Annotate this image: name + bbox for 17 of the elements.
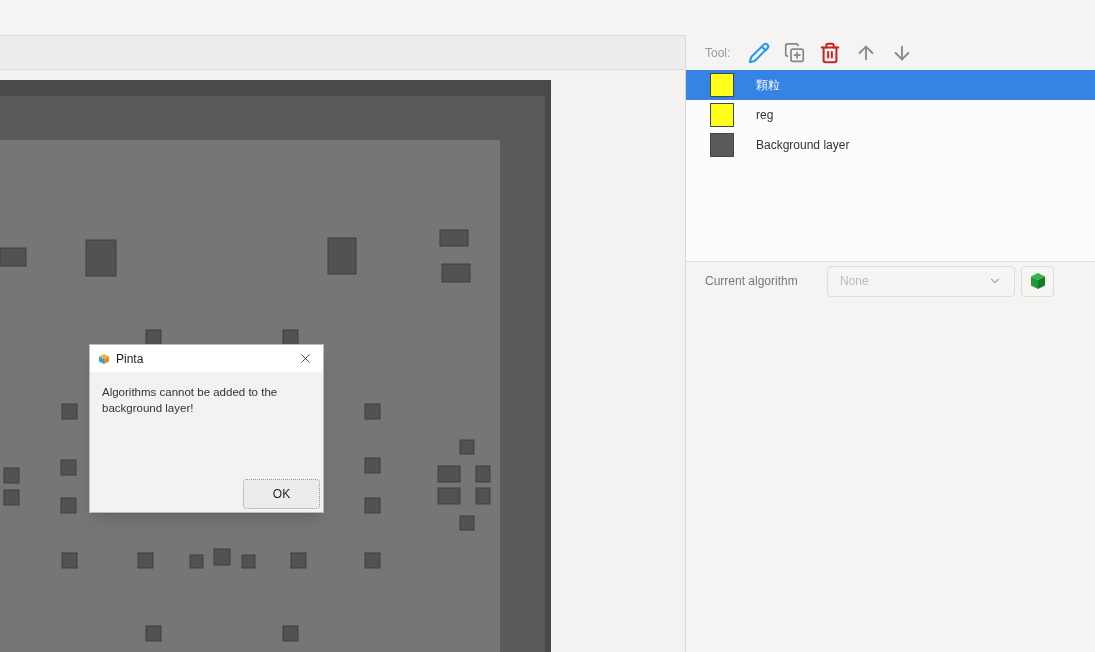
edit-button[interactable] — [748, 41, 771, 64]
dialog-title: Pinta — [116, 350, 145, 368]
delete-button[interactable] — [819, 41, 842, 64]
ok-button[interactable]: OK — [243, 479, 320, 509]
app-logo-icon — [98, 352, 110, 365]
algorithm-label: Current algorithm — [705, 273, 799, 290]
layer-item[interactable]: Background layer — [686, 130, 1095, 160]
layer-name: reg — [756, 107, 774, 124]
dialog-message: Algorithms cannot be added to the background layer! — [101, 385, 279, 416]
layer-item[interactable]: reg — [686, 100, 1095, 130]
layer-name: Background layer — [756, 137, 850, 154]
add-layer-button[interactable] — [784, 42, 806, 63]
layer-thumbnail — [710, 133, 734, 157]
layer-item[interactable]: 顆粒 — [686, 70, 1095, 100]
tool-label: Tool: — [705, 44, 731, 62]
layer-name: 顆粒 — [756, 77, 780, 94]
cube-button[interactable] — [1021, 265, 1054, 297]
